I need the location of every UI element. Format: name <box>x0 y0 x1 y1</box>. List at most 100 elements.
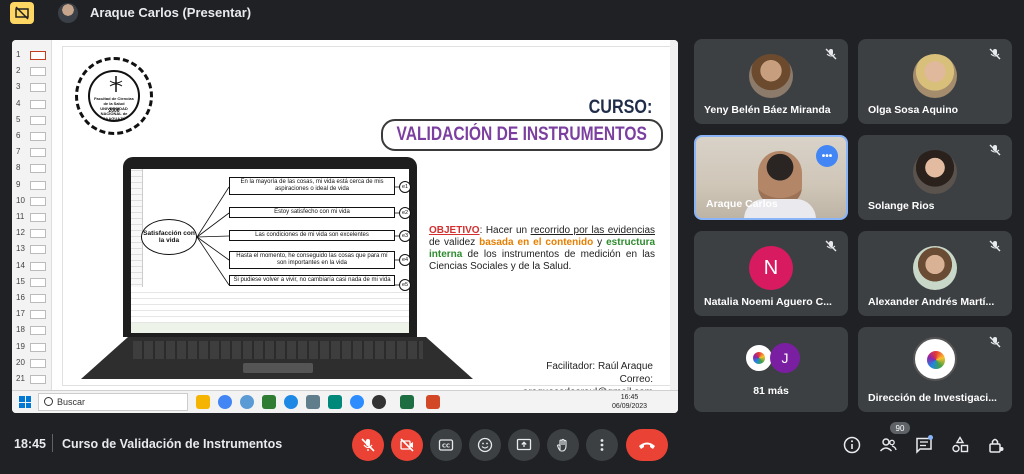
laptop-illustration: Satisfacción con la vida En la mayoría d… <box>123 157 417 337</box>
more-options-button[interactable] <box>586 429 618 461</box>
slide-thumbnail[interactable]: 2 <box>14 64 50 78</box>
top-bar: Araque Carlos (Presentar) <box>0 0 1024 26</box>
camera-off-icon <box>400 438 414 452</box>
slide-thumbnail[interactable]: 19 <box>14 340 50 354</box>
people-icon <box>879 438 897 452</box>
present-screen-icon <box>516 438 532 451</box>
slide-thumbnail[interactable]: 15 <box>14 275 50 289</box>
slide-thumbnail[interactable]: 7 <box>14 145 50 159</box>
participant-video <box>758 151 802 205</box>
facilitator-name: Facilitador: Raúl Araque <box>546 361 653 372</box>
slide-thumbnail[interactable]: 13 <box>14 242 50 256</box>
reactions-button[interactable] <box>469 429 501 461</box>
participant-avatar <box>913 150 957 195</box>
diagram-item: Estoy satisfecho con mi vida <box>229 207 395 218</box>
slide-thumbnails: 1 2 3 4 5 6 7 8 9 10 11 12 13 14 15 16 17 18 19 20 21 <box>12 40 52 390</box>
browser-icon[interactable] <box>240 395 254 409</box>
obs-icon[interactable] <box>372 395 386 409</box>
participant-name: Olga Sosa Aquino <box>868 104 959 116</box>
slide-thumbnail[interactable]: 8 <box>14 161 50 175</box>
diagram-item: En la mayoría de las cosas, mi vida está… <box>229 177 395 195</box>
shared-screen: 1 2 3 4 5 6 7 8 9 10 11 12 13 14 15 16 17 18 19 20 21 2006 F… <box>12 40 678 413</box>
mic-off-icon <box>361 438 375 452</box>
slide-scrollbar[interactable] <box>670 40 678 390</box>
mic-off-icon <box>989 48 1001 60</box>
participant-tile[interactable]: Dirección de Investigaci... <box>858 327 1012 412</box>
more-participants-tile[interactable]: J 81 más <box>694 327 848 412</box>
mic-toggle-button[interactable] <box>352 429 384 461</box>
present-now-button[interactable] <box>508 429 540 461</box>
people-button[interactable] <box>876 433 900 457</box>
slide-thumbnail[interactable]: 21 <box>14 372 50 386</box>
course-title-box: VALIDACIÓN DE INSTRUMENTOS <box>381 119 663 151</box>
logo-text: Facultad de Ciencias de la Salud UNIVERS… <box>94 96 134 121</box>
slide-thumbnail[interactable]: 20 <box>14 356 50 370</box>
powerpoint-icon[interactable] <box>426 395 440 409</box>
slide-thumbnail[interactable]: 10 <box>14 194 50 208</box>
objective-text: OBJETIVO: Hacer un recorrido por las evi… <box>429 225 656 272</box>
slide-thumbnail[interactable]: 6 <box>14 129 50 143</box>
participant-avatar <box>913 246 957 291</box>
slide-thumbnail[interactable]: 12 <box>14 226 50 240</box>
error-term: e5 <box>399 279 411 291</box>
stop-presenting-icon[interactable] <box>10 2 34 24</box>
participant-name: Natalia Noemi Aguero C... <box>704 296 832 308</box>
app-icon[interactable] <box>328 395 342 409</box>
mic-off-icon <box>989 336 1001 348</box>
slide-thumbnail[interactable]: 14 <box>14 259 50 273</box>
participant-tile[interactable]: N Natalia Noemi Aguero C... <box>694 231 848 316</box>
participant-name: Yeny Belén Báez Miranda <box>704 104 831 116</box>
slide-thumbnail[interactable]: 17 <box>14 307 50 321</box>
mic-off-icon <box>989 144 1001 156</box>
slide-thumbnail[interactable]: 18 <box>14 323 50 337</box>
network-icon[interactable] <box>262 395 276 409</box>
participant-avatar <box>913 337 957 382</box>
file-explorer-icon[interactable] <box>196 395 210 409</box>
info-icon <box>843 436 861 454</box>
windows-start-icon[interactable] <box>19 396 31 408</box>
participant-tile[interactable]: Solange Rios <box>858 135 1012 220</box>
chrome-icon[interactable] <box>218 395 232 409</box>
slide-thumbnail[interactable]: 16 <box>14 291 50 305</box>
error-term: e1 <box>399 181 411 193</box>
taskbar-search[interactable]: Buscar <box>38 393 188 411</box>
host-controls-button[interactable] <box>984 433 1008 457</box>
meeting-details-button[interactable] <box>840 433 864 457</box>
participant-initial-avatar: N <box>749 246 793 291</box>
participant-initial-avatar: J <box>770 343 800 373</box>
mic-off-icon <box>825 240 837 252</box>
participant-tile[interactable]: Yeny Belén Báez Miranda <box>694 39 848 124</box>
leave-call-button[interactable] <box>626 429 668 461</box>
captions-button[interactable]: CC <box>430 429 462 461</box>
app-icon[interactable] <box>306 395 320 409</box>
participant-name: Alexander Andrés Martí... <box>868 296 995 308</box>
chat-button[interactable] <box>912 433 936 457</box>
participant-tile[interactable]: Alexander Andrés Martí... <box>858 231 1012 316</box>
mic-off-icon <box>989 240 1001 252</box>
camera-toggle-button[interactable] <box>391 429 423 461</box>
diagram-item: Si pudiese volver a vivir, no cambiaría … <box>229 275 395 286</box>
university-logo: 2006 Facultad de Ciencias de la Salud UN… <box>75 57 153 135</box>
hang-up-icon <box>639 442 655 449</box>
more-participants-label: 81 más <box>753 385 789 397</box>
r-icon[interactable] <box>284 395 298 409</box>
slide-thumbnail[interactable]: 1 <box>14 48 50 62</box>
slide-thumbnail[interactable]: 11 <box>14 210 50 224</box>
error-term: e3 <box>399 230 411 242</box>
more-options-icon[interactable]: ••• <box>816 145 838 167</box>
slide-thumbnail[interactable]: 5 <box>14 113 50 127</box>
active-speaker-tile[interactable]: ••• Araque Carlos <box>694 135 848 220</box>
participant-tile[interactable]: Olga Sosa Aquino <box>858 39 1012 124</box>
participant-avatar <box>913 54 957 99</box>
slide-thumbnail[interactable]: 3 <box>14 80 50 94</box>
slide-thumbnail[interactable]: 4 <box>14 97 50 111</box>
excel-icon[interactable] <box>400 395 414 409</box>
activities-button[interactable] <box>948 433 972 457</box>
participant-name: Araque Carlos <box>706 198 778 210</box>
raise-hand-button[interactable] <box>547 429 579 461</box>
participant-name: Dirección de Investigaci... <box>868 392 997 404</box>
slide-thumbnail[interactable]: 9 <box>14 178 50 192</box>
slide-canvas: 2006 Facultad de Ciencias de la Salud UN… <box>62 46 674 398</box>
construct-ellipse: Satisfacción con la vida <box>141 219 197 255</box>
zoom-icon[interactable] <box>350 395 364 409</box>
